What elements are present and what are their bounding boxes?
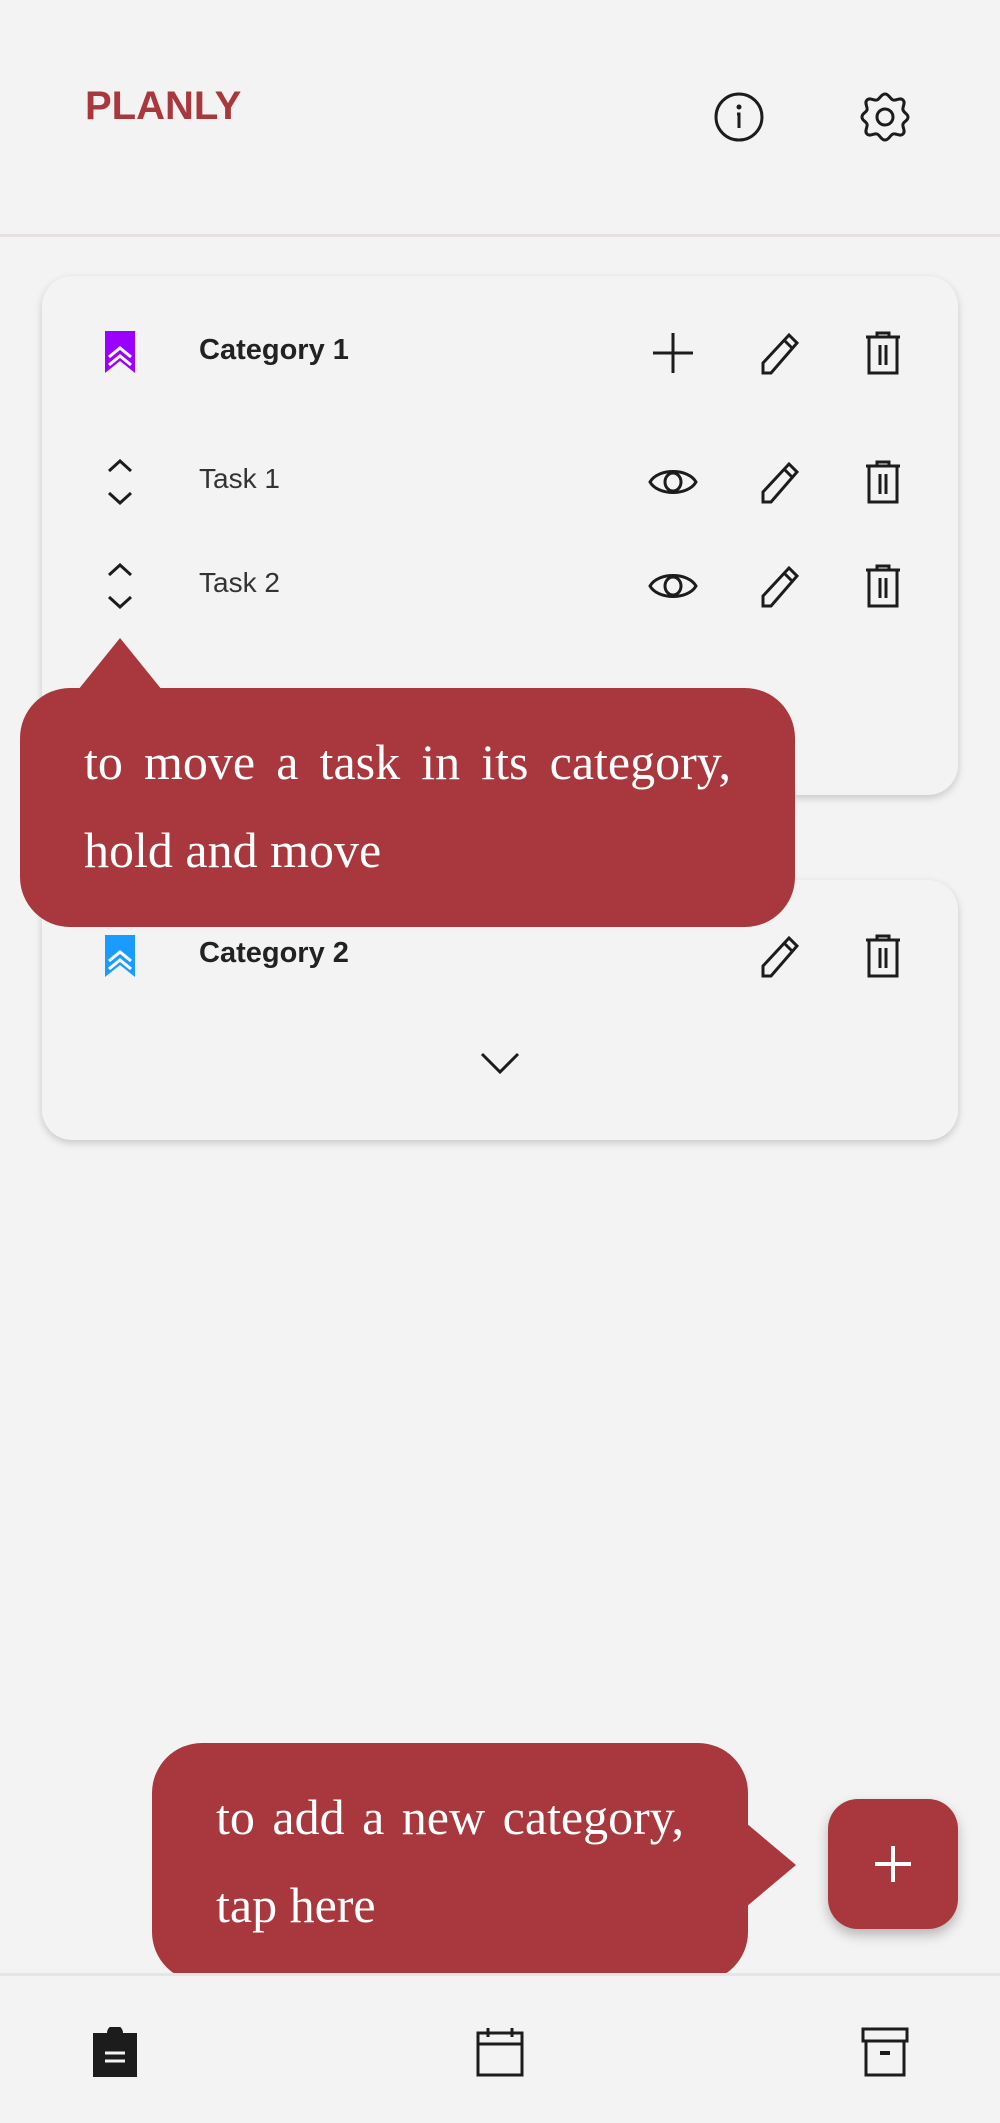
category-title: Category 2	[199, 937, 349, 969]
tooltip-arrow	[78, 638, 162, 690]
edit-pencil-icon[interactable]	[756, 459, 802, 505]
tasks-clipboard-icon[interactable]	[85, 2024, 145, 2080]
app-title: PLANLY	[85, 84, 242, 128]
trash-icon[interactable]	[860, 330, 906, 376]
tooltip-add-category-text: to add a new category, tap here	[216, 1789, 684, 1933]
tooltip-move-task: to move a task in its category, hold and…	[20, 688, 795, 927]
tooltip-add-category: to add a new category, tap here	[152, 1743, 748, 1982]
trash-icon[interactable]	[860, 563, 906, 609]
add-category-button[interactable]	[828, 1799, 958, 1929]
bookmark-icon	[104, 330, 136, 374]
info-icon[interactable]	[712, 90, 766, 144]
trash-icon[interactable]	[860, 459, 906, 505]
bookmark-icon	[104, 934, 136, 978]
reorder-handle-icon[interactable]	[104, 562, 136, 610]
edit-pencil-icon[interactable]	[756, 563, 802, 609]
tooltip-move-task-text: to move a task in its category, hold and…	[84, 734, 731, 878]
category-title: Category 1	[199, 334, 349, 366]
app-header: PLANLY	[0, 0, 1000, 237]
plus-icon	[875, 1846, 911, 1882]
task-title[interactable]: Task 2	[199, 567, 280, 599]
bottom-nav	[0, 1973, 1000, 2123]
edit-pencil-icon[interactable]	[756, 933, 802, 979]
view-eye-icon[interactable]	[648, 564, 698, 608]
archive-icon[interactable]	[855, 2024, 915, 2080]
edit-pencil-icon[interactable]	[756, 330, 802, 376]
gear-icon[interactable]	[858, 90, 912, 144]
tooltip-arrow	[746, 1823, 796, 1907]
add-task-plus-icon[interactable]	[650, 330, 696, 376]
task-title[interactable]: Task 1	[199, 463, 280, 495]
expand-chevron-down-icon[interactable]	[478, 1046, 522, 1080]
reorder-handle-icon[interactable]	[104, 458, 136, 506]
calendar-icon[interactable]	[470, 2024, 530, 2080]
view-eye-icon[interactable]	[648, 460, 698, 504]
trash-icon[interactable]	[860, 933, 906, 979]
